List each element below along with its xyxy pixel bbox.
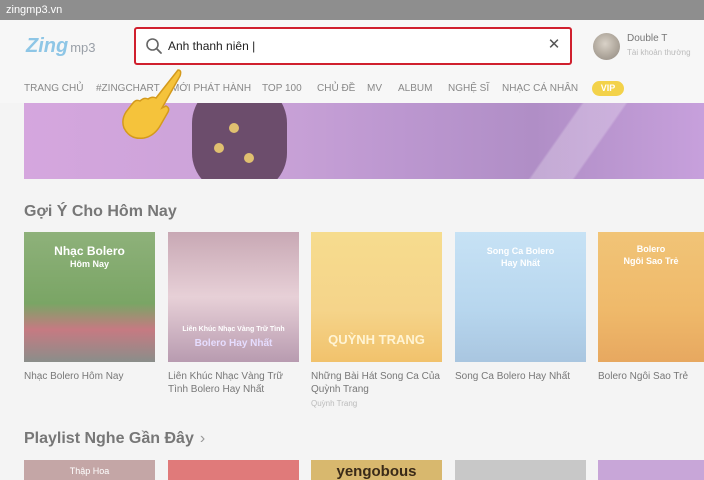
user-name[interactable]: Double T xyxy=(627,33,667,44)
playlist-card[interactable]: QUỲNH TRANG Những Bài Hát Song Ca Của Qu… xyxy=(311,232,442,408)
nav-item-album[interactable]: ALBUM xyxy=(398,83,432,94)
avatar[interactable] xyxy=(593,33,620,60)
thumbnail-line2: Bolero Hay Nhất xyxy=(194,338,273,349)
user-account-type: Tài khoản thường xyxy=(627,48,691,57)
window-title: zingmp3.vn xyxy=(6,4,63,16)
thumbnail-line1: Song Ca Bolero xyxy=(486,246,555,256)
banner-artwork xyxy=(192,103,287,179)
playlist-thumbnail: Liên Khúc Nhạc Vàng Trữ Tình Bolero Hay … xyxy=(168,232,299,362)
playlist-card[interactable]: Liên Khúc Nhạc Vàng Trữ Tình Bolero Hay … xyxy=(168,232,299,396)
nav-item-personal-music[interactable]: NHẠC CÁ NHÂN xyxy=(502,83,578,94)
nav-item-mv[interactable]: MV xyxy=(367,83,382,94)
thumbnail-line1: Bolero xyxy=(636,244,666,254)
playlist-title[interactable]: Những Bài Hát Song Ca Của Quỳnh Trang xyxy=(311,370,442,396)
recent-playlist-card[interactable]: yengobous xyxy=(311,460,442,480)
pointing-hand-icon xyxy=(122,69,182,140)
playlist-title[interactable]: Nhạc Bolero Hôm Nay xyxy=(24,370,155,383)
banner-stripe xyxy=(464,103,704,179)
banner-flower xyxy=(229,123,239,133)
nav-item-home[interactable]: TRANG CHỦ xyxy=(24,83,83,94)
suggest-section-title: Gợi Ý Cho Hôm Nay xyxy=(24,203,177,220)
recent-playlist-label: Thập Hoa xyxy=(69,466,110,476)
thumbnail-line1: QUỲNH TRANG xyxy=(328,332,425,347)
playlist-card[interactable]: Nhạc Bolero Hôm Nay Nhạc Bolero Hôm Nay xyxy=(24,232,155,383)
thumbnail-line2: Hay Nhất xyxy=(500,258,540,268)
playlist-thumbnail: Bolero Ngôi Sao Trẻ xyxy=(598,232,704,362)
logo-suffix: mp3 xyxy=(70,40,96,55)
playlist-title[interactable]: Liên Khúc Nhạc Vàng Trữ Tình Bolero Hay … xyxy=(168,370,299,396)
banner-flower xyxy=(214,143,224,153)
recent-section-title[interactable]: Playlist Nghe Gần Đây › xyxy=(24,430,205,448)
playlist-title[interactable]: Bolero Ngôi Sao Trẻ xyxy=(598,370,704,383)
playlist-title[interactable]: Song Ca Bolero Hay Nhất xyxy=(455,370,586,383)
playlist-artist[interactable]: Quỳnh Trang xyxy=(311,399,442,408)
playlist-thumbnail: Nhạc Bolero Hôm Nay xyxy=(24,232,155,362)
playlist-card[interactable]: Song Ca Bolero Hay Nhất Song Ca Bolero H… xyxy=(455,232,586,383)
clear-search-icon[interactable]: ✕ xyxy=(546,37,562,53)
chevron-right-icon[interactable]: › xyxy=(200,430,205,448)
search-box[interactable]: ✕ xyxy=(134,27,572,65)
zing-logo[interactable]: Zing mp3 xyxy=(26,35,96,58)
recent-section-label: Playlist Nghe Gần Đây xyxy=(24,430,194,447)
recent-playlist-card[interactable] xyxy=(168,460,299,480)
search-icon xyxy=(146,38,162,54)
thumbnail-line2: Hôm Nay xyxy=(69,259,109,269)
search-input[interactable] xyxy=(168,36,528,56)
recent-playlist-card[interactable]: Thập Hoa xyxy=(24,460,155,480)
main-nav: TRANG CHỦ #ZINGCHART MỚI PHÁT HÀNH TOP 1… xyxy=(0,75,704,103)
thumbnail-line1: Liên Khúc Nhạc Vàng Trữ Tình xyxy=(182,326,285,333)
vip-badge[interactable]: VIP xyxy=(592,81,624,96)
banner-flower xyxy=(244,153,254,163)
logo-brand: Zing xyxy=(26,35,69,57)
playlist-thumbnail: Song Ca Bolero Hay Nhất xyxy=(455,232,586,362)
recent-playlist-card[interactable] xyxy=(455,460,586,480)
thumbnail-line2: Ngôi Sao Trẻ xyxy=(623,256,679,266)
recent-playlist-label: yengobous xyxy=(336,463,417,480)
header: Zingmp3 ✕ Double T Tài khoản thường xyxy=(0,20,704,75)
nav-item-artists[interactable]: NGHỆ SĨ xyxy=(448,83,489,94)
thumbnail-line1: Nhạc Bolero xyxy=(54,244,125,258)
recent-playlist-card[interactable] xyxy=(598,460,704,480)
window-title-bar: zingmp3.vn xyxy=(0,0,704,20)
nav-item-topics[interactable]: CHỦ ĐỀ xyxy=(317,83,355,94)
playlist-card[interactable]: Bolero Ngôi Sao Trẻ Bolero Ngôi Sao Trẻ xyxy=(598,232,704,383)
playlist-thumbnail: QUỲNH TRANG xyxy=(311,232,442,362)
nav-item-top100[interactable]: TOP 100 xyxy=(262,83,302,94)
